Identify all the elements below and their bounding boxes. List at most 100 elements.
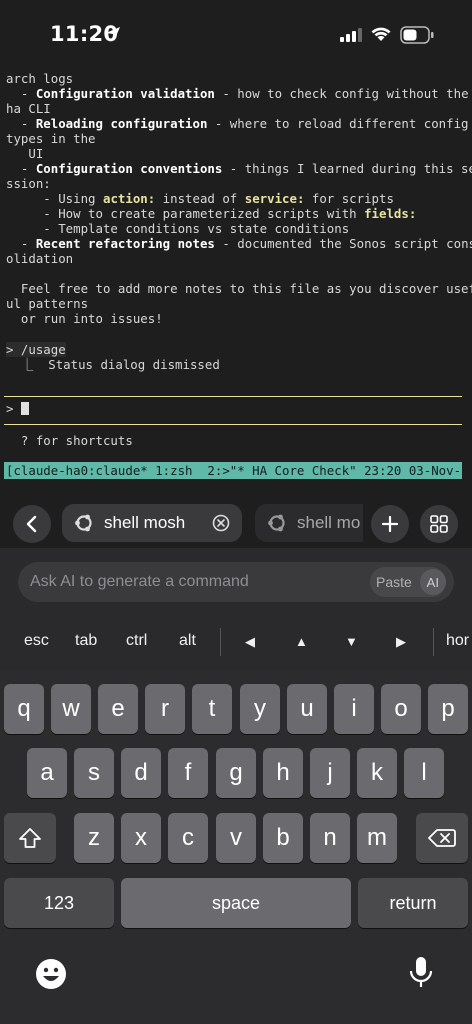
wifi-icon — [371, 27, 391, 41]
key-v[interactable]: v — [216, 813, 256, 863]
plus-icon — [381, 515, 399, 533]
text: - — [6, 116, 36, 131]
backspace-key[interactable] — [416, 813, 468, 863]
key-m[interactable]: m — [357, 813, 397, 863]
highlight-text: action: — [102, 191, 156, 206]
numbers-key[interactable]: 123 — [4, 878, 114, 928]
key-z[interactable]: z — [74, 813, 114, 863]
text: ssion: — [6, 176, 51, 191]
location-arrow-icon — [106, 27, 120, 41]
terminal-line: - Configuration validation - how to chec… — [6, 86, 469, 101]
key-n[interactable]: n — [310, 813, 350, 863]
text: - How to create parameterized scripts wi… — [6, 206, 365, 221]
new-tab-button[interactable] — [371, 505, 409, 543]
tab-key[interactable]: tab — [75, 632, 97, 650]
ai-command-input[interactable]: Ask AI to generate a command Paste AI — [18, 562, 454, 602]
tab-grid-button[interactable] — [420, 505, 458, 543]
text: or run into issues! — [6, 311, 163, 326]
terminal-line: - Reloading configuration - where to rel… — [6, 116, 469, 131]
terminal-line: - Using action: instead of service: for … — [6, 191, 394, 206]
esc-key[interactable]: esc — [24, 632, 49, 650]
terminal-line: - Recent refactoring notes - documented … — [6, 236, 472, 251]
terminal-line: types in the — [6, 131, 96, 146]
tab-shell-mosh-2[interactable]: shell mo — [255, 504, 363, 542]
chevron-left-icon — [26, 515, 37, 533]
terminal-line: ssion: — [6, 176, 51, 191]
text: ul patterns — [6, 296, 89, 311]
divider — [4, 424, 462, 425]
status-bar: 11:20 — [0, 0, 472, 62]
key-c[interactable]: c — [168, 813, 208, 863]
key-g[interactable]: g — [216, 748, 256, 798]
key-j[interactable]: j — [310, 748, 350, 798]
prompt-symbol: > — [6, 401, 21, 416]
text: ha CLI — [6, 101, 51, 116]
tab-shell-mosh[interactable]: shell mosh — [62, 504, 242, 542]
key-y[interactable]: y — [240, 684, 280, 734]
highlight-text: service: — [244, 191, 305, 206]
space-key[interactable]: space — [121, 878, 351, 928]
text: ⎿ Status dialog dismissed — [6, 357, 220, 372]
key-f[interactable]: f — [168, 748, 208, 798]
text: - — [6, 86, 36, 101]
key-b[interactable]: b — [263, 813, 303, 863]
text: for scripts — [304, 191, 394, 206]
microphone-icon[interactable] — [408, 955, 434, 991]
bold-text: Reloading configuration — [35, 116, 208, 131]
key-l[interactable]: l — [404, 748, 444, 798]
key-p[interactable]: p — [428, 684, 468, 734]
key-t[interactable]: t — [192, 684, 232, 734]
bold-text: Configuration validation — [35, 86, 215, 101]
bold-text: Recent refactoring notes — [35, 236, 215, 251]
text: UI — [6, 146, 44, 161]
key-w[interactable]: w — [51, 684, 91, 734]
back-button[interactable] — [13, 505, 51, 543]
key-d[interactable]: d — [121, 748, 161, 798]
key-r[interactable]: r — [145, 684, 185, 734]
arrow-down-key[interactable]: ▼ — [345, 634, 358, 649]
alt-key[interactable]: alt — [179, 632, 196, 650]
terminal-line: - How to create parameterized scripts wi… — [6, 206, 416, 221]
ai-command-panel: Ask AI to generate a command Paste AI es… — [0, 548, 472, 670]
arrow-right-key[interactable]: ▶ — [396, 634, 406, 650]
home-key[interactable]: hor — [446, 632, 469, 650]
terminal-line: Feel free to add more notes to this file… — [6, 281, 472, 296]
ctrl-key[interactable]: ctrl — [126, 632, 147, 650]
ubuntu-icon — [268, 514, 285, 532]
key-q[interactable]: q — [4, 684, 44, 734]
text: olidation — [6, 251, 74, 266]
grid-icon — [430, 515, 448, 533]
terminal-output[interactable]: arch logs - Configuration validation - h… — [0, 62, 472, 490]
extra-keys-row: esc tab ctrl alt ◀ ▲ ▼ ▶ hor — [0, 626, 472, 658]
session-tab-bar: shell mosh shell mo — [0, 500, 472, 548]
terminal-line: or run into issues! — [6, 311, 163, 326]
text: - — [6, 161, 36, 176]
text-cursor — [20, 402, 29, 415]
terminal-line: > /usage — [6, 342, 66, 357]
key-k[interactable]: k — [357, 748, 397, 798]
ubuntu-icon — [75, 514, 92, 532]
close-tab-icon[interactable] — [212, 514, 230, 532]
return-key[interactable]: return — [358, 878, 468, 928]
tab-label: shell mosh — [104, 513, 186, 532]
emoji-icon[interactable] — [35, 958, 67, 990]
key-e[interactable]: e — [98, 684, 138, 734]
arrow-left-key[interactable]: ◀ — [245, 634, 255, 650]
text: - — [6, 236, 36, 251]
key-o[interactable]: o — [381, 684, 421, 734]
terminal-line: olidation — [6, 251, 73, 266]
key-a[interactable]: a — [27, 748, 67, 798]
text: instead of — [155, 191, 245, 206]
paste-button[interactable]: Paste AI — [370, 567, 446, 597]
text: - Template conditions vs state condition… — [6, 221, 350, 236]
input-prompt[interactable]: > — [6, 401, 29, 416]
key-s[interactable]: s — [74, 748, 114, 798]
key-h[interactable]: h — [263, 748, 303, 798]
shift-key[interactable] — [4, 813, 56, 863]
key-x[interactable]: x — [121, 813, 161, 863]
terminal-line: ⎿ Status dialog dismissed — [6, 357, 220, 372]
key-u[interactable]: u — [287, 684, 327, 734]
terminal-line: ? for shortcuts — [6, 433, 133, 448]
arrow-up-key[interactable]: ▲ — [295, 634, 308, 649]
key-i[interactable]: i — [334, 684, 374, 734]
